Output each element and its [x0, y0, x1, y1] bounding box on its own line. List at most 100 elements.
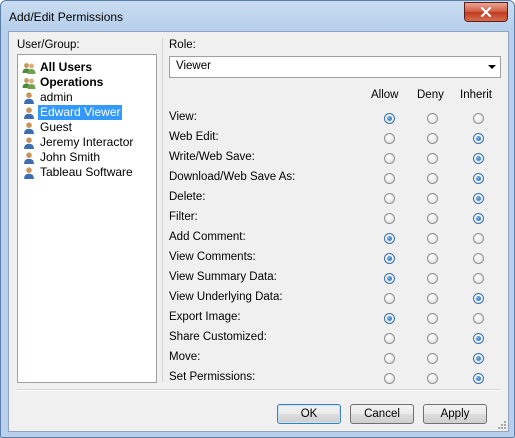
- radio-inherit[interactable]: [473, 313, 484, 324]
- apply-button[interactable]: Apply: [423, 404, 487, 424]
- resize-grip-icon[interactable]: [496, 419, 506, 429]
- permissions-dialog: Add/Edit Permissions User/Group: All Use…: [0, 0, 515, 438]
- permission-label: View Underlying Data:: [169, 291, 283, 303]
- column-header-inherit: Inherit: [460, 89, 492, 101]
- close-icon: [480, 7, 492, 17]
- horizontal-divider: [17, 389, 500, 391]
- role-value: Viewer: [176, 60, 211, 72]
- radio-deny[interactable]: [427, 173, 438, 184]
- radio-inherit[interactable]: [473, 213, 484, 224]
- permission-label: Write/Web Save:: [169, 151, 255, 163]
- radio-inherit[interactable]: [473, 253, 484, 264]
- radio-inherit[interactable]: [473, 373, 484, 384]
- user-list-item[interactable]: Operations: [22, 75, 105, 90]
- vertical-divider: [162, 38, 163, 382]
- radio-allow[interactable]: [384, 173, 395, 184]
- user-name: admin: [40, 90, 73, 104]
- radio-inherit[interactable]: [473, 273, 484, 284]
- radio-inherit[interactable]: [473, 153, 484, 164]
- column-header-deny: Deny: [417, 89, 444, 101]
- user-name: Operations: [40, 75, 104, 89]
- permission-label: View:: [169, 111, 197, 123]
- role-label: Role:: [169, 39, 196, 51]
- radio-allow[interactable]: [384, 233, 395, 244]
- column-header-allow: Allow: [371, 89, 399, 101]
- user-list-item[interactable]: Edward Viewer: [22, 105, 123, 120]
- radio-deny[interactable]: [427, 313, 438, 324]
- radio-deny[interactable]: [427, 113, 438, 124]
- permission-label: Move:: [169, 351, 201, 363]
- radio-allow[interactable]: [384, 113, 395, 124]
- radio-deny[interactable]: [427, 213, 438, 224]
- dialog-title: Add/Edit Permissions: [9, 10, 124, 24]
- radio-allow[interactable]: [384, 133, 395, 144]
- radio-allow[interactable]: [384, 373, 395, 384]
- close-button[interactable]: [464, 2, 508, 22]
- user-icon: [24, 151, 34, 164]
- user-list-item[interactable]: Jeremy Interactor: [22, 135, 135, 150]
- user-icon: [24, 136, 34, 149]
- radio-deny[interactable]: [427, 133, 438, 144]
- radio-allow[interactable]: [384, 273, 395, 284]
- user-list-item[interactable]: Guest: [22, 120, 74, 135]
- permission-label: View Summary Data:: [169, 271, 277, 283]
- radio-deny[interactable]: [427, 353, 438, 364]
- radio-allow[interactable]: [384, 253, 395, 264]
- user-group-list[interactable]: All Users Operations admin Edward Viewer Gue…: [17, 54, 157, 383]
- radio-inherit[interactable]: [473, 353, 484, 364]
- permission-label: Delete:: [169, 191, 206, 203]
- radio-inherit[interactable]: [473, 193, 484, 204]
- radio-inherit[interactable]: [473, 113, 484, 124]
- radio-inherit[interactable]: [473, 333, 484, 344]
- radio-allow[interactable]: [384, 333, 395, 344]
- user-icon: [24, 166, 34, 179]
- dialog-body: User/Group: All Users Operations admin Edwa…: [8, 31, 509, 432]
- radio-inherit[interactable]: [473, 233, 484, 244]
- user-list-item[interactable]: admin: [22, 90, 75, 105]
- permission-label: Share Customized:: [169, 331, 267, 343]
- permission-label: Download/Web Save As:: [169, 171, 296, 183]
- user-name: Tableau Software: [40, 165, 133, 179]
- cancel-button[interactable]: Cancel: [350, 404, 414, 424]
- user-icon: [24, 121, 34, 134]
- radio-allow[interactable]: [384, 293, 395, 304]
- permission-label: Filter:: [169, 211, 198, 223]
- group-icon: [22, 77, 36, 89]
- user-list-item[interactable]: All Users: [22, 60, 94, 75]
- radio-inherit[interactable]: [473, 133, 484, 144]
- radio-inherit[interactable]: [473, 173, 484, 184]
- user-list-item[interactable]: Tableau Software: [22, 165, 135, 180]
- radio-deny[interactable]: [427, 233, 438, 244]
- radio-deny[interactable]: [427, 293, 438, 304]
- user-icon: [24, 106, 34, 119]
- radio-allow[interactable]: [384, 313, 395, 324]
- radio-allow[interactable]: [384, 213, 395, 224]
- user-name: John Smith: [40, 150, 101, 164]
- permission-label: Add Comment:: [169, 231, 246, 243]
- permission-label: View Comments:: [169, 251, 256, 263]
- radio-deny[interactable]: [427, 253, 438, 264]
- radio-deny[interactable]: [427, 273, 438, 284]
- permission-label: Web Edit:: [169, 131, 219, 143]
- group-icon: [22, 62, 36, 74]
- radio-deny[interactable]: [427, 193, 438, 204]
- radio-allow[interactable]: [384, 193, 395, 204]
- permission-label: Set Permissions:: [169, 371, 256, 383]
- radio-deny[interactable]: [427, 153, 438, 164]
- user-icon: [24, 91, 34, 104]
- radio-allow[interactable]: [384, 153, 395, 164]
- radio-deny[interactable]: [427, 373, 438, 384]
- radio-allow[interactable]: [384, 353, 395, 364]
- user-group-label: User/Group:: [17, 39, 80, 51]
- permission-label: Export Image:: [169, 311, 241, 323]
- user-name: Jeremy Interactor: [40, 135, 134, 149]
- radio-inherit[interactable]: [473, 293, 484, 304]
- title-bar[interactable]: Add/Edit Permissions: [1, 1, 514, 31]
- chevron-down-icon: [488, 65, 496, 69]
- radio-deny[interactable]: [427, 333, 438, 344]
- user-name: Edward Viewer: [38, 105, 123, 120]
- user-name: All Users: [40, 60, 93, 74]
- ok-button[interactable]: OK: [277, 404, 341, 424]
- role-dropdown[interactable]: Viewer: [169, 56, 501, 78]
- user-list-item[interactable]: John Smith: [22, 150, 102, 165]
